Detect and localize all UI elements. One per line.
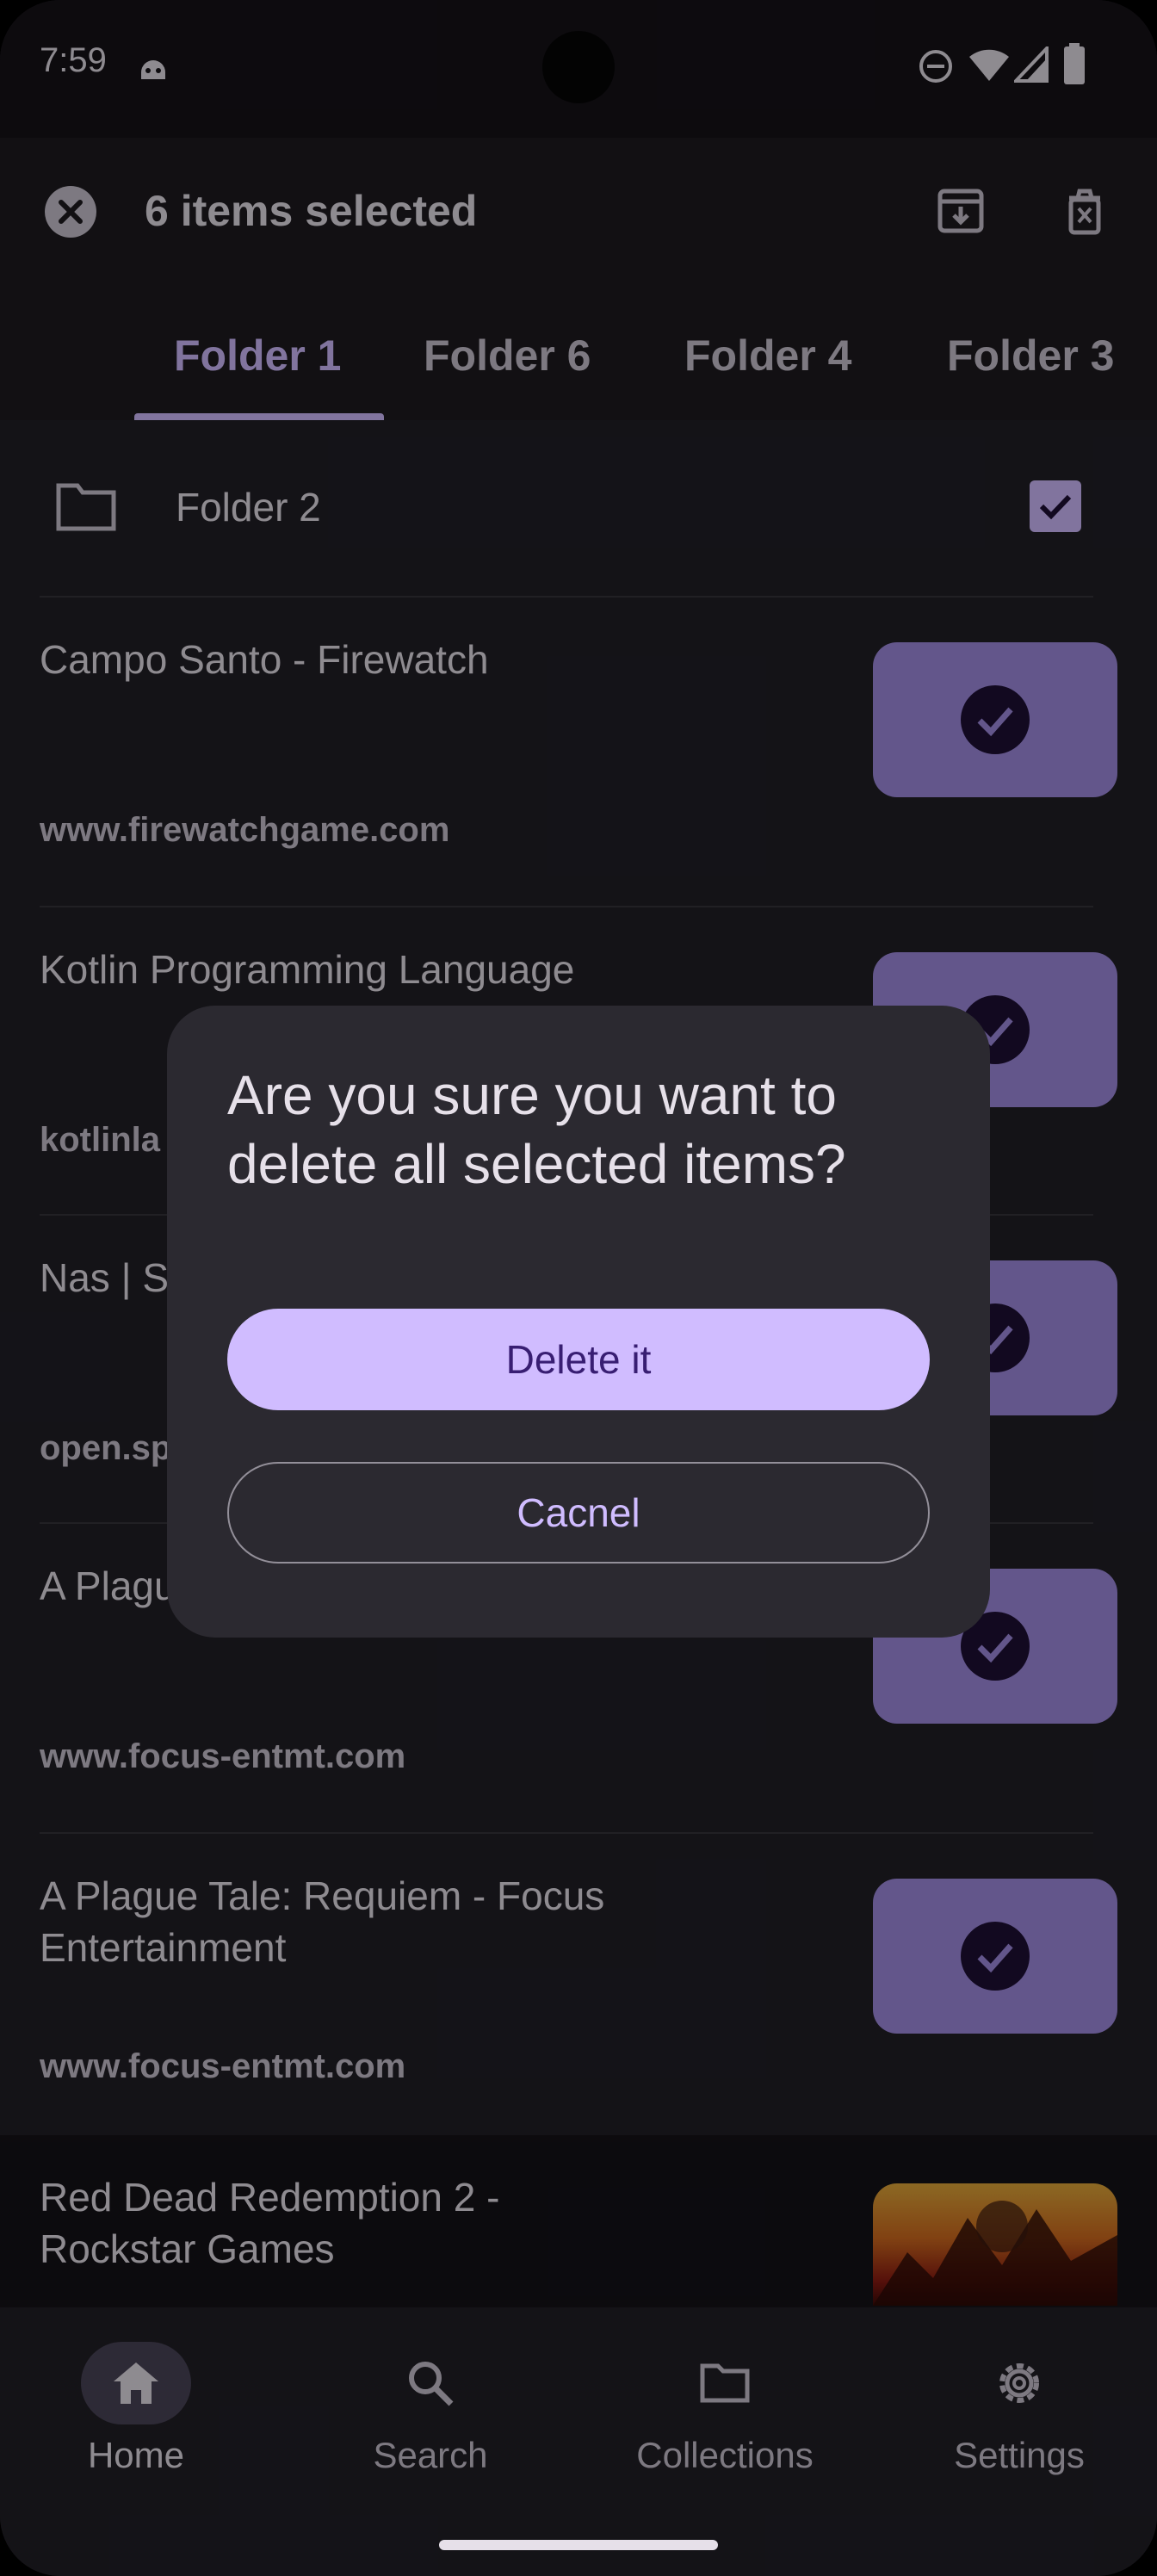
delete-button[interactable]: Delete it <box>227 1309 930 1410</box>
dialog-title: Are you sure you want to delete all sele… <box>227 1064 846 1195</box>
cancel-button[interactable]: Cacnel <box>227 1462 930 1564</box>
screen: 7:59 6 items selected Folder 1 Folder 6 … <box>0 0 1157 2576</box>
gesture-handle[interactable] <box>439 2540 718 2550</box>
confirm-delete-dialog: Are you sure you want to delete all sele… <box>167 1006 990 1638</box>
